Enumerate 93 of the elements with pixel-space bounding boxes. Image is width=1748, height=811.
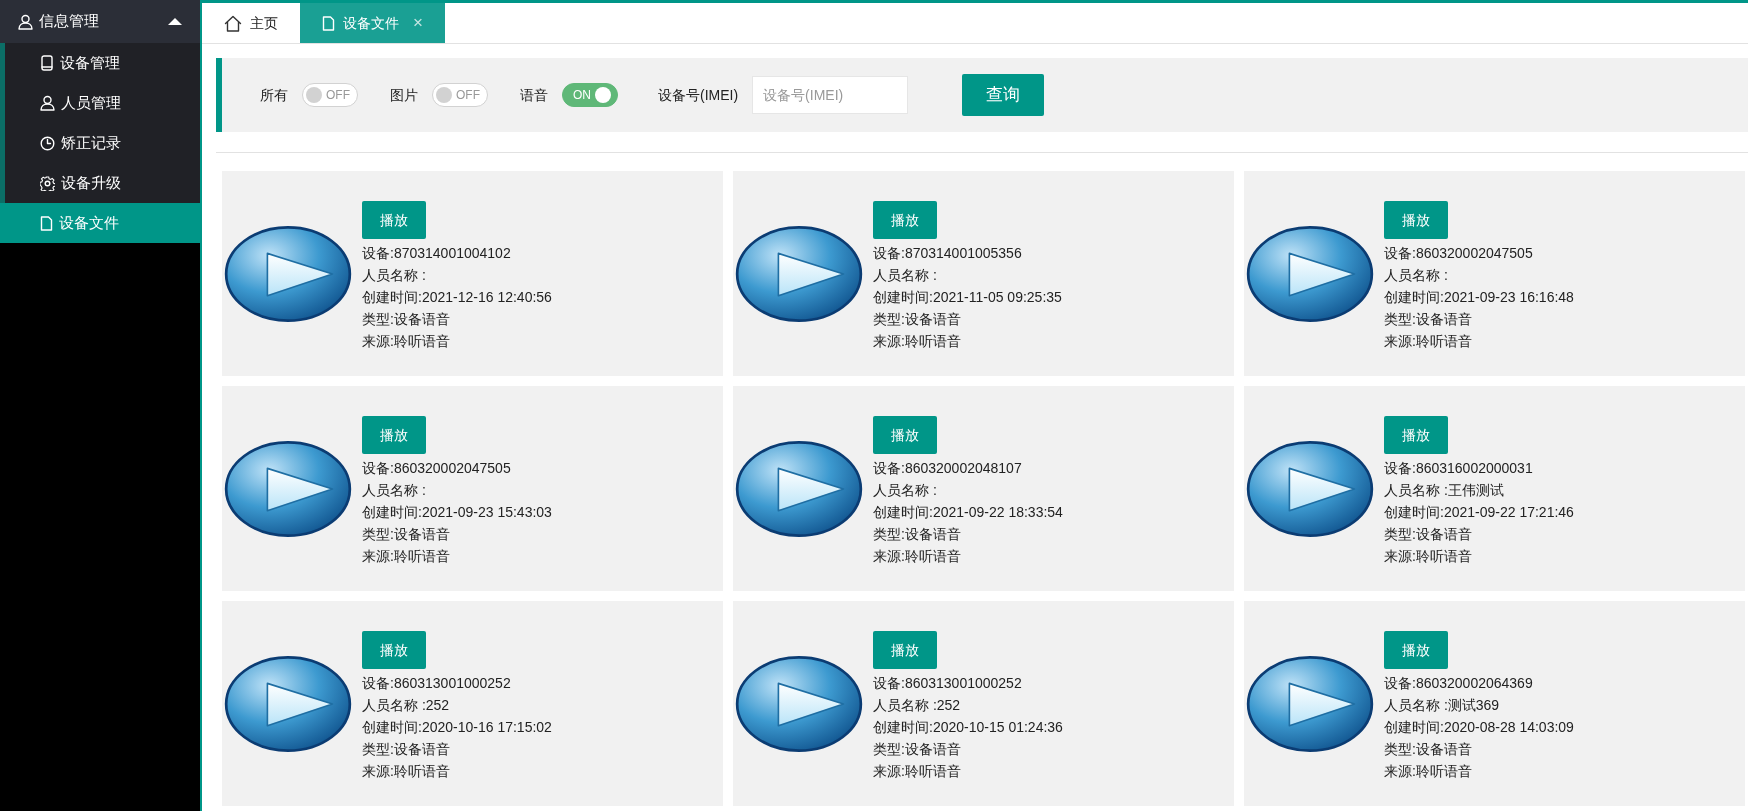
play-icon: [224, 439, 352, 538]
file-source: 来源:聆听语音: [1384, 332, 1473, 351]
file-device: 设备:870314001005356: [873, 244, 1023, 263]
file-created: 创建时间:2021-12-16 12:40:56: [362, 288, 552, 307]
file-person: 人员名称 :252: [362, 696, 451, 715]
file-created: 创建时间:2021-09-23 15:43:03: [362, 503, 552, 522]
user-icon: [18, 13, 33, 30]
file-source: 来源:聆听语音: [873, 547, 962, 566]
file-source: 来源:聆听语音: [1384, 547, 1473, 566]
play-button[interactable]: 播放: [873, 416, 937, 454]
file-type: 类型:设备语音: [873, 525, 962, 544]
play-icon: [1246, 224, 1374, 323]
file-device: 设备:860316002000031: [1384, 459, 1534, 478]
file-device: 设备:870314001004102: [362, 244, 512, 263]
toggle-switch[interactable]: OFF: [302, 83, 358, 107]
file-type: 类型:设备语音: [1384, 525, 1473, 544]
clock-icon: [40, 135, 55, 151]
file-device: 设备:860320002047505: [362, 459, 512, 478]
play-button[interactable]: 播放: [1384, 631, 1448, 669]
file-person: 人员名称 :王伟测试: [1384, 481, 1505, 500]
file-source: 来源:聆听语音: [873, 332, 962, 351]
play-icon: [224, 654, 352, 753]
file-type: 类型:设备语音: [362, 525, 451, 544]
file-person: 人员名称 :252: [873, 696, 962, 715]
menu-group[interactable]: 信息管理: [0, 0, 200, 43]
file-person: 人员名称 :: [1384, 266, 1449, 285]
caret-icon: [168, 18, 182, 25]
play-icon: [1246, 439, 1374, 538]
play-icon: [735, 654, 863, 753]
play-button[interactable]: 播放: [1384, 201, 1448, 239]
file-person: 人员名称 :: [873, 266, 938, 285]
tab[interactable]: 主页: [202, 3, 300, 43]
menu-group-label: 信息管理: [39, 11, 100, 32]
play-button[interactable]: 播放: [873, 201, 937, 239]
play-button[interactable]: 播放: [1384, 416, 1448, 454]
file-type: 类型:设备语音: [1384, 310, 1473, 329]
file-source: 来源:聆听语音: [1384, 762, 1473, 781]
file-source: 来源:聆听语音: [362, 762, 451, 781]
toggle-label: 所有: [260, 85, 288, 105]
sidebar-item[interactable]: 人员管理: [5, 83, 200, 123]
file-type: 类型:设备语音: [362, 740, 451, 759]
sidebar-item[interactable]: 设备管理: [5, 43, 200, 83]
play-button[interactable]: 播放: [362, 416, 426, 454]
play-icon: [735, 224, 863, 323]
file-device: 设备:860313001000252: [362, 674, 512, 693]
file-source: 来源:聆听语音: [362, 332, 451, 351]
sidebar-item[interactable]: 设备文件: [0, 203, 200, 243]
play-button[interactable]: 播放: [362, 201, 426, 239]
file-created: 创建时间:2021-11-05 09:25:35: [873, 288, 1062, 307]
play-icon: [735, 439, 863, 538]
gear-icon: [40, 175, 55, 191]
file-created: 创建时间:2020-10-16 17:15:02: [362, 718, 552, 737]
play-button[interactable]: 播放: [362, 631, 426, 669]
sidebar-item[interactable]: 设备升级: [5, 163, 200, 203]
file-created: 创建时间:2021-09-23 16:16:48: [1384, 288, 1574, 307]
file-created: 创建时间:2021-09-22 18:33:54: [873, 503, 1063, 522]
file-device: 设备:860320002048107: [873, 459, 1023, 478]
toggle-switch[interactable]: ON: [562, 83, 618, 107]
user-icon: [40, 95, 55, 111]
tab-label: 主页: [250, 13, 278, 33]
file-device: 设备:860320002064369: [1384, 674, 1534, 693]
house-icon: [224, 14, 242, 32]
file-person: 人员名称 :: [362, 266, 427, 285]
file-device: 设备:860313001000252: [873, 674, 1023, 693]
file-device: 设备:860320002047505: [1384, 244, 1534, 263]
file-created: 创建时间:2020-10-15 01:24:36: [873, 718, 1063, 737]
sidebar-item[interactable]: 矫正记录: [5, 123, 200, 163]
file-type: 类型:设备语音: [362, 310, 451, 329]
field-label: 设备号(IMEI): [658, 85, 739, 105]
file-person: 人员名称 :测试369: [1384, 696, 1501, 715]
toggle-label: 图片: [390, 85, 418, 105]
imei-field[interactable]: 设备号(IMEI): [752, 76, 909, 114]
play-button[interactable]: 播放: [873, 631, 937, 669]
tab[interactable]: 设备文件 ×: [300, 3, 445, 43]
file-created: 创建时间:2020-08-28 14:03:09: [1384, 718, 1574, 737]
play-icon: [1246, 654, 1374, 753]
file-icon: [40, 215, 53, 231]
file-person: 人员名称 :: [362, 481, 427, 500]
file-source: 来源:聆听语音: [362, 547, 451, 566]
play-icon: [224, 224, 352, 323]
file-type: 类型:设备语音: [873, 310, 962, 329]
tablet-icon: [40, 55, 54, 71]
file-created: 创建时间:2021-09-22 17:21:46: [1384, 503, 1574, 522]
file-person: 人员名称 :: [873, 481, 938, 500]
tab-label: 设备文件: [343, 13, 399, 33]
toggle-label: 语音: [520, 85, 548, 105]
file-source: 来源:聆听语音: [873, 762, 962, 781]
close-icon[interactable]: ×: [413, 10, 423, 36]
toggle-switch[interactable]: OFF: [432, 83, 488, 107]
file-type: 类型:设备语音: [873, 740, 962, 759]
query-button[interactable]: 查询: [962, 74, 1045, 116]
file-type: 类型:设备语音: [1384, 740, 1473, 759]
file-icon: [322, 15, 335, 31]
